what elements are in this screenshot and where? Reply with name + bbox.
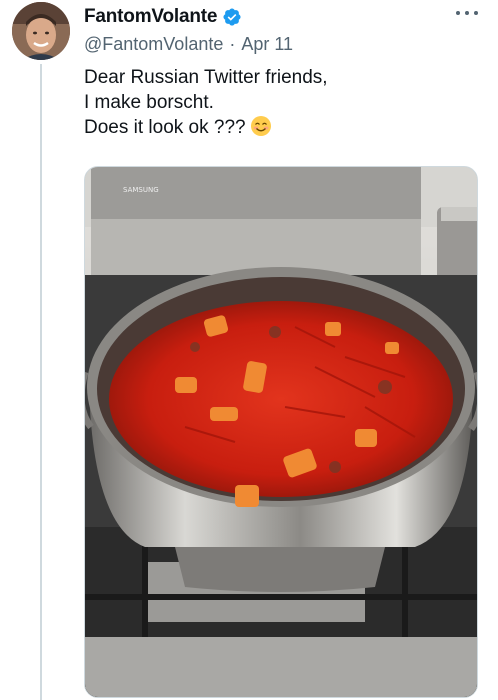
smiling-face-emoji-icon	[250, 115, 272, 144]
tweet-meta: @FantomVolante · Apr 11	[84, 34, 293, 55]
meta-separator: ·	[229, 34, 236, 54]
verified-badge-icon	[222, 7, 242, 27]
tweet-line-2: I make borscht.	[84, 92, 214, 113]
tweet-line-3-text: Does it look ok ???	[84, 117, 246, 138]
tweet-text: Dear Russian Twitter friends, I make bor…	[84, 65, 474, 144]
display-name[interactable]: FantomVolante	[84, 6, 217, 28]
tweet-line-3: Does it look ok ???	[84, 115, 474, 144]
tweet-date[interactable]: Apr 11	[241, 34, 293, 54]
handle[interactable]: @FantomVolante	[84, 34, 223, 54]
tweet-header: FantomVolante	[84, 4, 486, 30]
tweet-photo[interactable]: SAMSUNG	[84, 166, 478, 698]
more-options-icon[interactable]	[456, 8, 478, 18]
brand-mark: SAMSUNG	[123, 186, 159, 194]
avatar[interactable]	[12, 2, 70, 60]
thread-line	[40, 64, 42, 700]
tweet-line-1: Dear Russian Twitter friends,	[84, 67, 328, 88]
